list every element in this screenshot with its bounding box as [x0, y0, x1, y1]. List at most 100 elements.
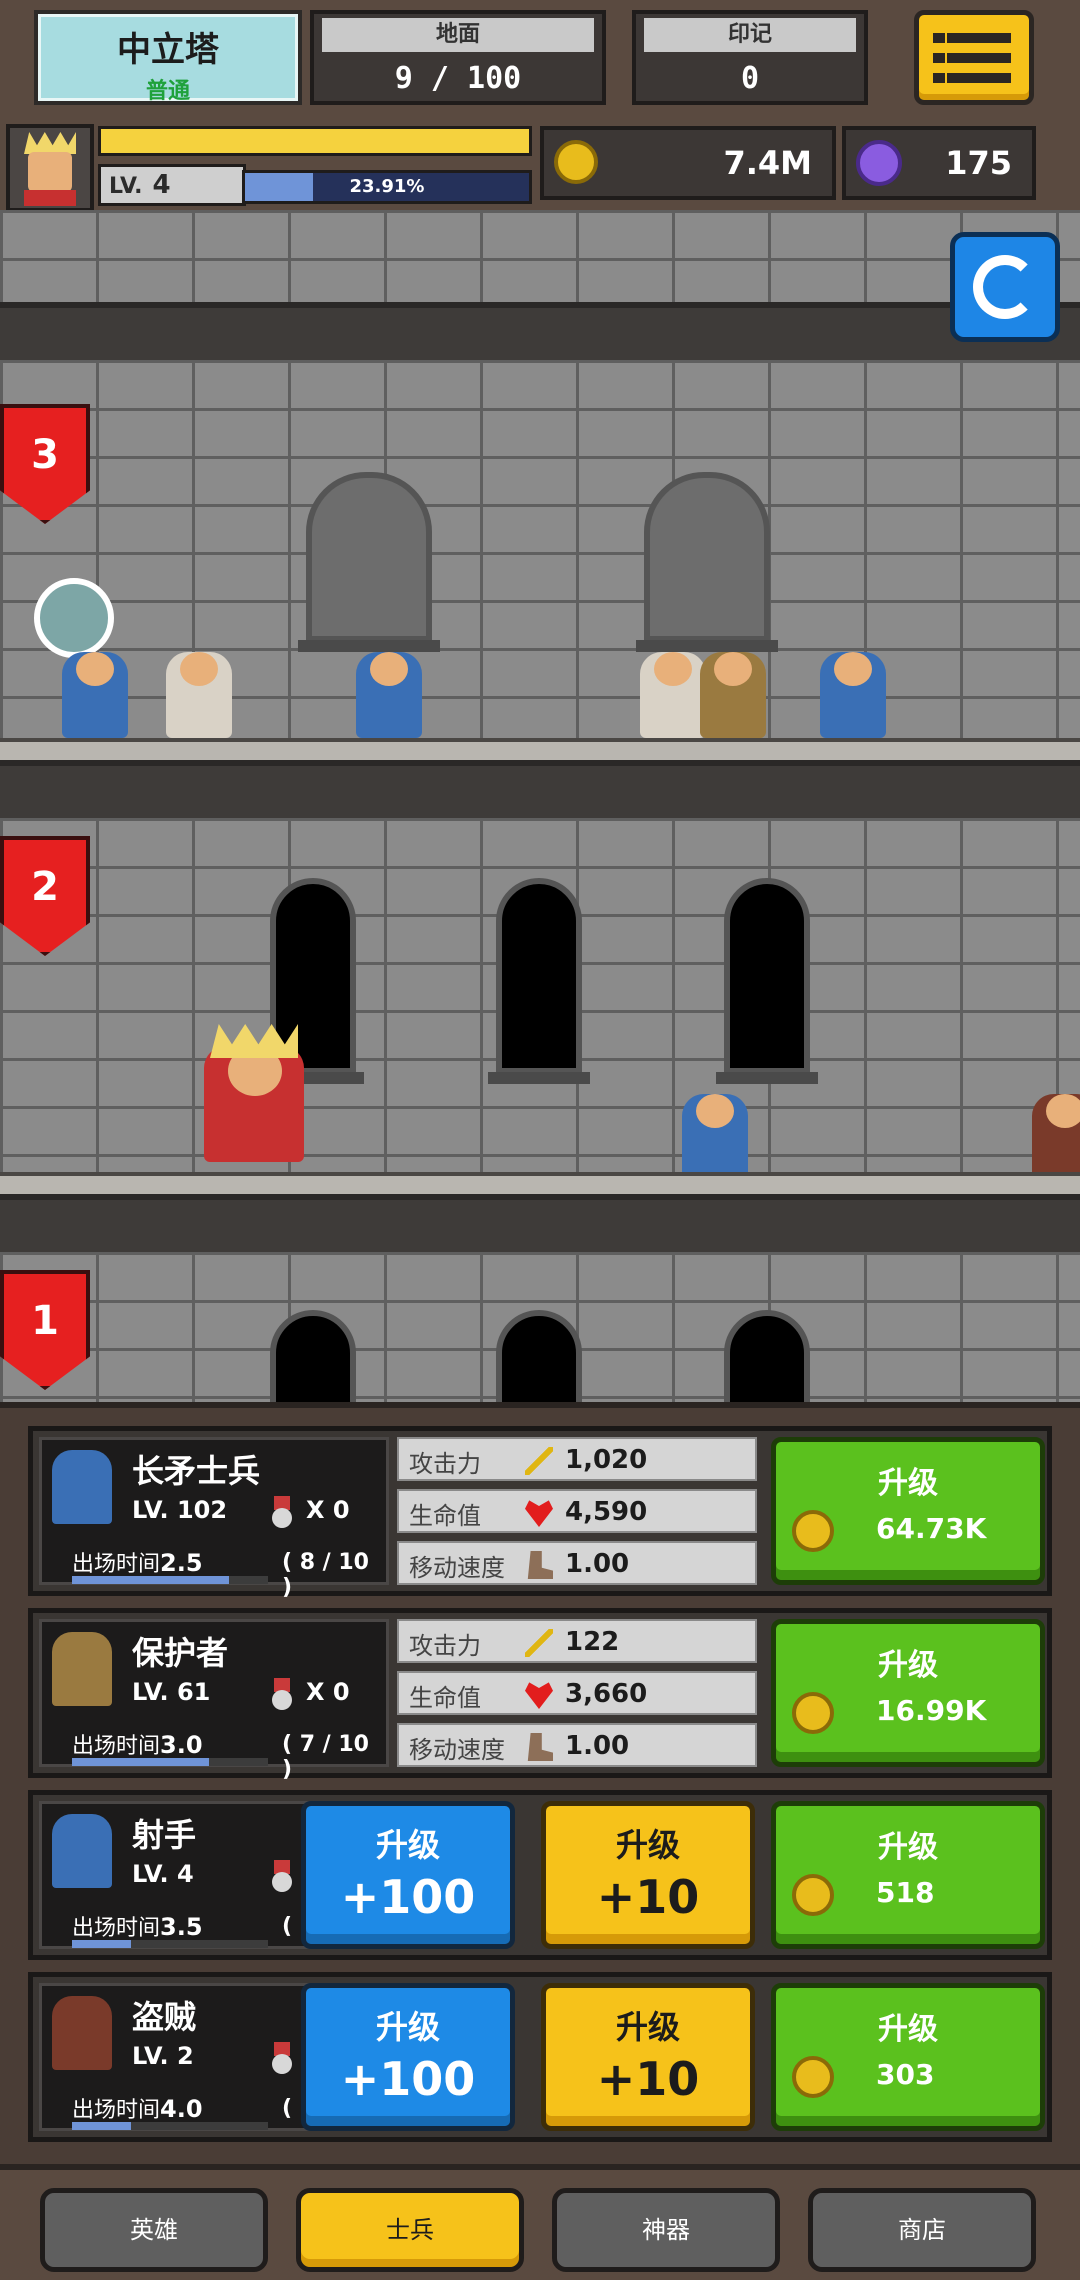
archer-unit — [356, 652, 422, 738]
soldier-row-thief: 盗贼 LV. 2 出场时间4.0 ( 3 升级 +100 升级 +10 升级 3… — [28, 1972, 1052, 2142]
upgrade-button[interactable]: 升级 518 — [771, 1801, 1045, 1949]
soldier-info: 长矛士兵 LV. 102 X 0 出场时间2.5 ( 8 / 10 ) — [39, 1437, 389, 1600]
soldier-level: LV. 4 — [132, 1860, 194, 1888]
level-prefix: LV. — [109, 174, 143, 199]
speed-value: 1.00 — [565, 1549, 630, 1579]
upgrade-label: 升级 — [375, 1826, 440, 1864]
thief-unit — [1032, 1094, 1080, 1180]
thief-portrait-icon — [52, 1996, 112, 2070]
ceiling — [0, 760, 1080, 818]
soldier-stats: 攻击力 122 生命值 3,660 移动速度 1.00 — [397, 1619, 757, 1767]
upgrade-cost: 303 — [876, 2058, 935, 2091]
gold-counter: 7.4M — [540, 126, 836, 200]
hero-avatar[interactable] — [6, 124, 94, 212]
soldier-name: 盗贼 — [132, 1998, 197, 2036]
mark-panel: 印记 0 — [632, 10, 868, 105]
floor-3-wall — [0, 360, 1080, 740]
tower-top-wall — [0, 210, 1080, 302]
upgrade-button[interactable]: 升级 303 — [771, 1983, 1045, 2131]
upgrade-label: 升级 — [878, 1830, 938, 1865]
floor-2-ground — [0, 1172, 1080, 1194]
window — [298, 472, 440, 652]
gem-icon — [856, 140, 902, 186]
gold-coin-icon — [554, 140, 598, 184]
upgrade-label: 升级 — [878, 1648, 938, 1683]
heart-icon — [525, 1500, 553, 1527]
soldier-level: LV. 2 — [132, 2042, 194, 2070]
hero-health-fill — [101, 129, 529, 153]
tab-soldiers[interactable]: 士兵 — [296, 2188, 524, 2272]
boot-icon — [527, 1733, 553, 1761]
upgrade-cost: 16.99K — [876, 1694, 987, 1727]
gold-coin-icon — [792, 2056, 834, 2098]
soldier-row-guardian: 保护者 LV. 61 X 0 出场时间3.0 ( 7 / 10 ) 攻击力 122… — [28, 1608, 1052, 1782]
hero-unit — [204, 1024, 304, 1162]
floor-label: 地面 — [322, 18, 594, 52]
upgrade-label: 升级 — [375, 2008, 440, 2046]
archer-portrait-icon — [52, 1814, 112, 1888]
upgrade-10-button[interactable]: 升级 +10 — [541, 1983, 755, 2131]
window — [716, 878, 818, 1084]
soldier-panel: 长矛士兵 LV. 102 X 0 出场时间2.5 ( 8 / 10 ) 攻击力 1… — [0, 1402, 1080, 2164]
top-hud: 中立塔 普通 地面 9 / 100 印记 0 LV. 4 23.91% 7.4M — [0, 0, 1080, 212]
hair-icon — [24, 132, 76, 154]
tab-artifacts[interactable]: 神器 — [552, 2188, 780, 2272]
upgrade-10-button[interactable]: 升级 +10 — [541, 1801, 755, 1949]
skill-orb-icon[interactable] — [34, 578, 114, 658]
menu-button[interactable] — [914, 10, 1034, 105]
spawn-time: 出场时间3.0 — [72, 1731, 203, 1759]
archer-unit — [62, 652, 128, 738]
hero-level: LV. 4 — [98, 164, 246, 206]
hero-health-bar — [98, 126, 532, 156]
tab-heroes[interactable]: 英雄 — [40, 2188, 268, 2272]
boot-icon — [527, 1551, 553, 1579]
medal-icon — [272, 1678, 292, 1710]
swirl-icon — [973, 255, 1037, 319]
tower-name: 中立塔 — [117, 30, 219, 70]
spearman-unit — [682, 1094, 748, 1180]
upgrade-button[interactable]: 升级 16.99K — [771, 1619, 1045, 1767]
soldier-level: LV. 102 — [132, 1496, 228, 1524]
upgrade-amount: +100 — [340, 2052, 476, 2106]
spawn-progress-bar — [72, 2122, 268, 2130]
upgrade-button[interactable]: 升级 64.73K — [771, 1437, 1045, 1585]
spawn-time: 出场时间2.5 — [72, 1549, 203, 1577]
medal-count: X 0 — [306, 1496, 350, 1524]
soldier-row-archer: 射手 LV. 4 出场时间3.5 ( 3 升级 +100 升级 +10 升级 5… — [28, 1790, 1052, 1960]
upgrade-amount: +10 — [596, 1870, 700, 1924]
tower-info-panel: 中立塔 普通 — [34, 10, 302, 105]
ceiling — [0, 302, 1080, 360]
priest-unit — [640, 652, 706, 738]
upgrade-cost: 64.73K — [876, 1512, 987, 1545]
hp-value: 3,660 — [565, 1679, 648, 1709]
medal-count: X 0 — [306, 1678, 350, 1706]
attack-label: 攻击力 — [409, 1450, 481, 1478]
speed-label: 移动速度 — [409, 1554, 505, 1582]
upgrade-100-button[interactable]: 升级 +100 — [301, 1801, 515, 1949]
tower-mode: 普通 — [145, 79, 190, 104]
soldier-info: 保护者 LV. 61 X 0 出场时间3.0 ( 7 / 10 ) — [39, 1619, 389, 1782]
window — [488, 878, 590, 1084]
gem-counter: 175 — [842, 126, 1036, 200]
upgrade-100-button[interactable]: 升级 +100 — [301, 1983, 515, 2131]
medal-icon — [272, 2042, 292, 2074]
window — [270, 1310, 356, 1402]
menu-icon — [933, 33, 945, 43]
spawn-time: 出场时间4.0 — [72, 2095, 203, 2123]
spawn-progress-bar — [72, 1758, 268, 1766]
unit-count: ( 8 / 10 ) — [282, 1550, 369, 1600]
spawn-progress-bar — [72, 1576, 268, 1584]
upgrade-amount: +10 — [596, 2052, 700, 2106]
floor-value: 9 / 100 — [394, 61, 522, 96]
attack-value: 122 — [565, 1627, 620, 1657]
upgrade-amount: +100 — [340, 1870, 476, 1924]
tab-shop[interactable]: 商店 — [808, 2188, 1036, 2272]
gold-coin-icon — [792, 1874, 834, 1916]
xp-progress-bar: 23.91% — [242, 170, 532, 204]
ceiling — [0, 1194, 1080, 1252]
bottom-tab-bar: 英雄 士兵 神器 商店 — [0, 2164, 1080, 2280]
portal-button[interactable] — [950, 232, 1060, 342]
level-value: 4 — [152, 170, 171, 200]
sword-icon — [525, 1629, 553, 1657]
soldier-name: 长矛士兵 — [132, 1452, 261, 1490]
